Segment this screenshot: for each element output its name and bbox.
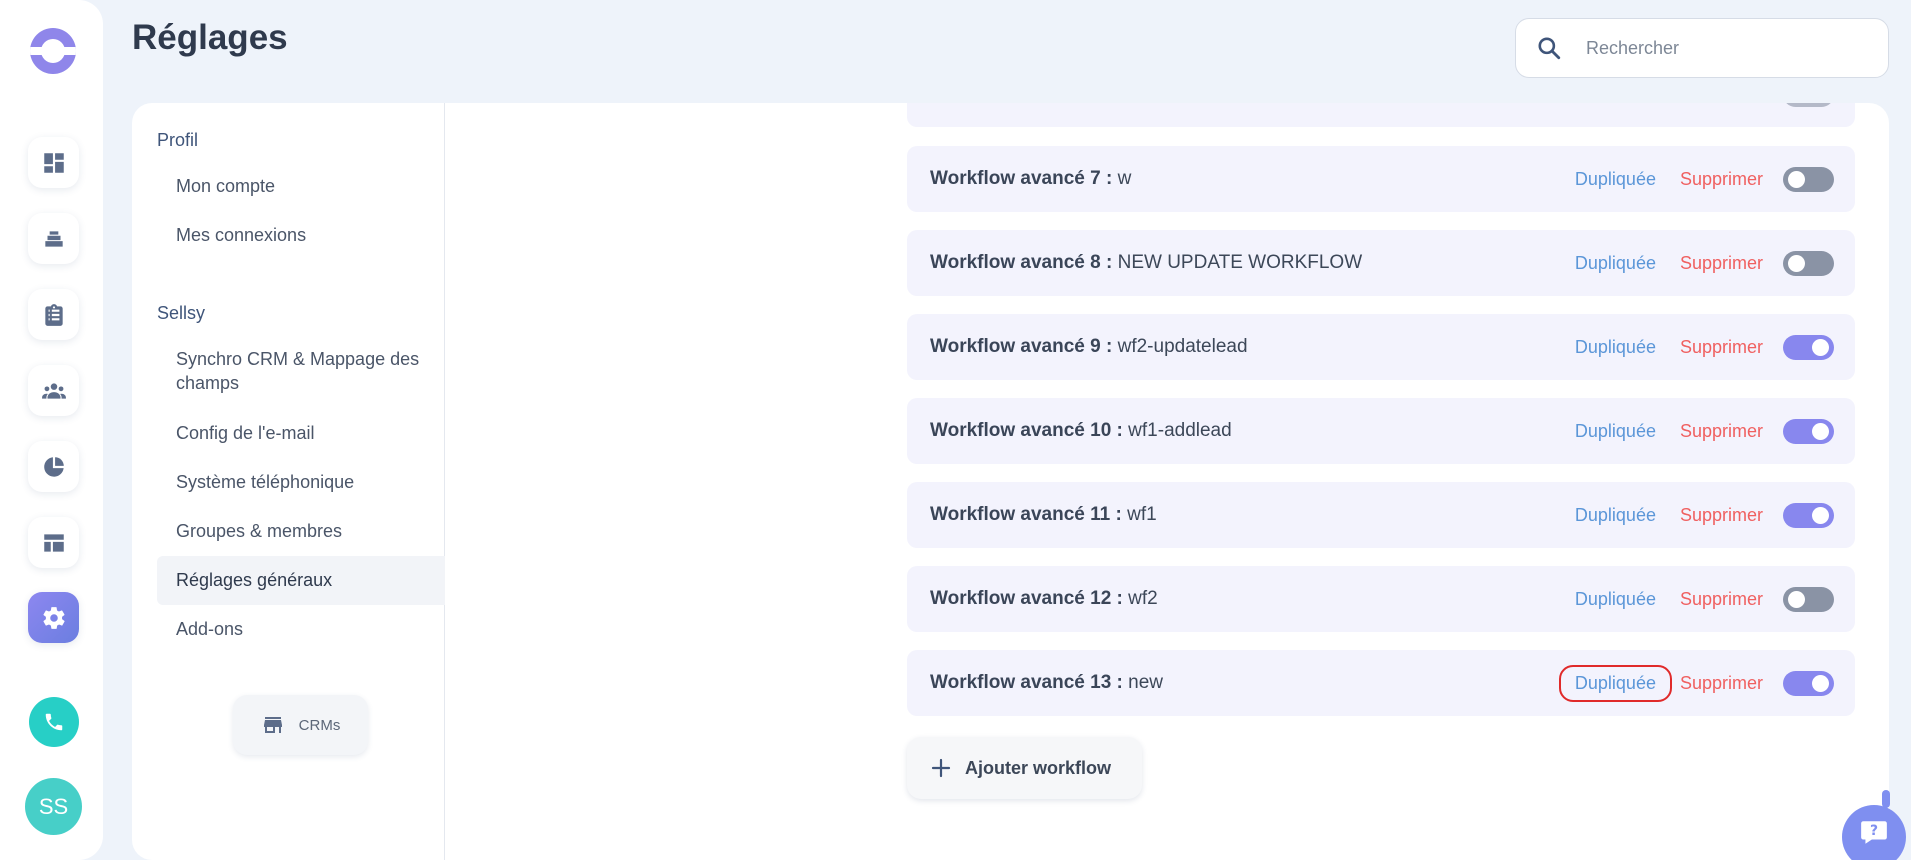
workflow-toggle[interactable] <box>1783 334 1834 360</box>
workflow-row-partial <box>907 103 1855 127</box>
workflow-name: Workflow avancé 8 : NEW UPDATE WORKFLOW <box>930 252 1363 273</box>
delete-button[interactable]: Supprimer <box>1680 589 1763 610</box>
workflow-name: Workflow avancé 7 : w <box>930 168 1132 189</box>
plus-icon <box>931 758 951 778</box>
team-icon[interactable] <box>28 365 79 416</box>
sidebar-item-mon-compte[interactable]: Mon compte <box>157 166 445 206</box>
duplicate-button[interactable]: Dupliquée <box>1559 497 1672 534</box>
workflow-toggle[interactable] <box>1783 586 1834 612</box>
duplicate-button[interactable]: Dupliquée <box>1559 161 1672 198</box>
help-antenna <box>1882 790 1890 808</box>
sidebar-item-add-ons[interactable]: Add-ons <box>157 609 445 649</box>
gear-icon[interactable] <box>28 592 79 643</box>
delete-button[interactable]: Supprimer <box>1680 505 1763 526</box>
workflow-name: Workflow avancé 9 : wf2-updatelead <box>930 336 1248 357</box>
workflow-toggle[interactable] <box>1783 670 1834 696</box>
sidebar-item-config-email[interactable]: Config de l'e-mail <box>157 413 445 453</box>
store-icon <box>263 717 282 733</box>
crms-button[interactable]: CRMs <box>233 695 368 755</box>
delete-button[interactable]: Supprimer <box>1680 421 1763 442</box>
workflow-row: Workflow avancé 8 : NEW UPDATE WORKFLOW … <box>907 230 1855 296</box>
delete-button[interactable]: Supprimer <box>1680 169 1763 190</box>
pie-chart-icon[interactable] <box>28 441 79 492</box>
phone-call-button[interactable] <box>29 697 79 747</box>
workflow-name: Workflow avancé 12 : wf2 <box>930 588 1158 609</box>
phone-icon <box>45 713 63 731</box>
clipboard-icon[interactable] <box>28 289 79 340</box>
help-chat-button[interactable]: ? <box>1842 790 1906 860</box>
search-bar[interactable] <box>1515 18 1889 78</box>
workflow-toggle[interactable] <box>1783 418 1834 444</box>
help-icon: ? <box>1861 821 1887 844</box>
workflow-row: Workflow avancé 11 : wf1 Dupliquée Suppr… <box>907 482 1855 548</box>
sidebar-item-groupes-membres[interactable]: Groupes & membres <box>157 511 445 551</box>
svg-text:?: ? <box>1870 823 1878 839</box>
section-title-sellsy: Sellsy <box>157 303 206 323</box>
workflow-row: Workflow avancé 13 : new Dupliquée Suppr… <box>907 650 1855 716</box>
workflow-row: Workflow avancé 7 : w Dupliquée Supprime… <box>907 146 1855 212</box>
duplicate-button[interactable]: Dupliquée <box>1559 329 1672 366</box>
add-workflow-label: Ajouter workflow <box>965 757 1112 778</box>
layers-icon[interactable] <box>28 213 79 264</box>
duplicate-button[interactable]: Dupliquée <box>1559 581 1672 618</box>
search-icon <box>1538 37 1561 60</box>
layout-icon[interactable] <box>28 517 79 568</box>
avatar[interactable]: SS <box>25 778 82 835</box>
workflow-toggle[interactable] <box>1783 250 1834 276</box>
workflow-toggle[interactable] <box>1783 502 1834 528</box>
sidebar-item-mes-connexions[interactable]: Mes connexions <box>157 215 445 255</box>
workflow-name: Workflow avancé 13 : new <box>930 672 1164 693</box>
page-title: Réglages <box>132 18 288 57</box>
add-workflow-button[interactable]: Ajouter workflow <box>907 737 1142 799</box>
workflow-toggle-partial <box>1783 103 1834 107</box>
sidebar-item-reglages-generaux[interactable]: Réglages généraux <box>157 556 445 605</box>
sidebar-item-systeme-telephonique[interactable]: Système téléphonique <box>157 462 445 502</box>
duplicate-button-highlighted[interactable]: Dupliquée <box>1558 664 1672 702</box>
workflow-row: Workflow avancé 9 : wf2-updatelead Dupli… <box>907 314 1855 380</box>
duplicate-button[interactable]: Dupliquée <box>1559 245 1672 282</box>
workflow-row: Workflow avancé 10 : wf1-addlead Dupliqu… <box>907 398 1855 464</box>
sidebar-item-synchro-crm[interactable]: Synchro CRM & Mappage des champs <box>157 339 445 403</box>
duplicate-button[interactable]: Dupliquée <box>1559 413 1672 450</box>
workflow-toggle[interactable] <box>1783 166 1834 192</box>
logo-icon[interactable] <box>30 28 76 74</box>
settings-sidebar: Profil Mon compte Mes connexions Sellsy … <box>132 103 445 860</box>
delete-button[interactable]: Supprimer <box>1680 253 1763 274</box>
app-rail: SS <box>0 0 103 860</box>
settings-card: Profil Mon compte Mes connexions Sellsy … <box>132 103 1889 860</box>
delete-button[interactable]: Supprimer <box>1680 673 1763 694</box>
section-title-profil: Profil <box>157 130 199 150</box>
workflow-name: Workflow avancé 11 : wf1 <box>930 504 1157 525</box>
workflow-row: Workflow avancé 12 : wf2 Dupliquée Suppr… <box>907 566 1855 632</box>
search-input[interactable] <box>1586 37 1866 59</box>
delete-button[interactable]: Supprimer <box>1680 337 1763 358</box>
dashboard-icon[interactable] <box>28 137 79 188</box>
workflow-name: Workflow avancé 10 : wf1-addlead <box>930 420 1232 441</box>
crms-button-label: CRMs <box>298 716 341 734</box>
